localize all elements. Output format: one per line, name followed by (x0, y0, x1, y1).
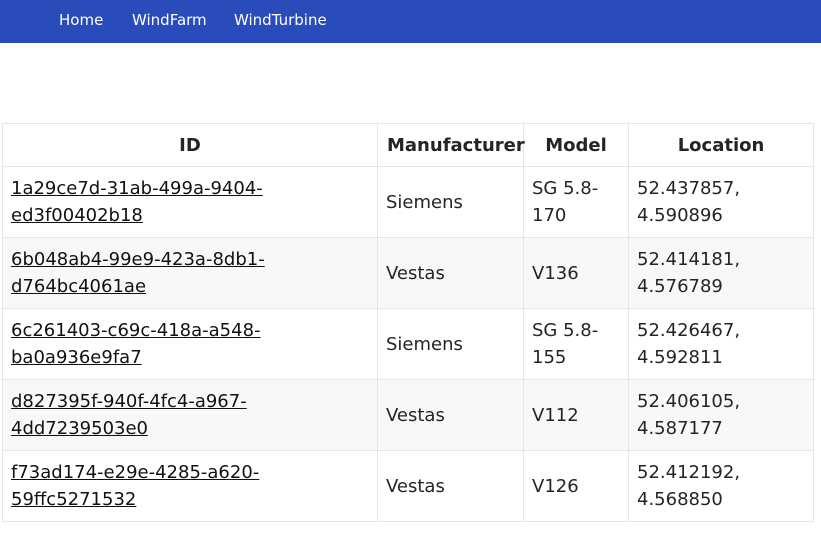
table-row: 1a29ce7d-31ab-499a-9404-ed3f00402b18 Sie… (2, 166, 814, 238)
column-header-id: ID (2, 123, 378, 167)
cell-model: V136 (523, 237, 629, 309)
cell-id: 1a29ce7d-31ab-499a-9404-ed3f00402b18 (2, 166, 378, 238)
table-row: d827395f-940f-4fc4-a967-4dd7239503e0 Ves… (2, 379, 814, 451)
nav-link-windturbine[interactable]: WindTurbine (234, 10, 327, 30)
cell-manufacturer: Siemens (377, 308, 524, 380)
cell-model: V112 (523, 379, 629, 451)
turbine-id-link[interactable]: d827395f-940f-4fc4-a967-4dd7239503e0 (11, 391, 247, 439)
turbine-id-link[interactable]: 1a29ce7d-31ab-499a-9404-ed3f00402b18 (11, 178, 263, 226)
cell-manufacturer: Siemens (377, 166, 524, 238)
cell-model: SG 5.8-155 (523, 308, 629, 380)
column-header-model: Model (523, 123, 629, 167)
cell-location: 52.437857, 4.590896 (628, 166, 814, 238)
nav-link-windfarm[interactable]: WindFarm (132, 10, 207, 30)
turbine-id-link[interactable]: 6c261403-c69c-418a-a548-ba0a936e9fa7 (11, 320, 261, 368)
table-row: 6c261403-c69c-418a-a548-ba0a936e9fa7 Sie… (2, 308, 814, 380)
cell-model: V126 (523, 450, 629, 522)
turbine-id-link[interactable]: f73ad174-e29e-4285-a620-59ffc5271532 (11, 462, 259, 510)
cell-location: 52.414181, 4.576789 (628, 237, 814, 309)
top-navbar: Home WindFarm WindTurbine (0, 0, 821, 43)
cell-manufacturer: Vestas (377, 450, 524, 522)
cell-manufacturer: Vestas (377, 237, 524, 309)
cell-location: 52.426467, 4.592811 (628, 308, 814, 380)
cell-id: f73ad174-e29e-4285-a620-59ffc5271532 (2, 450, 378, 522)
column-header-location: Location (628, 123, 814, 167)
cell-id: d827395f-940f-4fc4-a967-4dd7239503e0 (2, 379, 378, 451)
cell-id: 6c261403-c69c-418a-a548-ba0a936e9fa7 (2, 308, 378, 380)
table-row: f73ad174-e29e-4285-a620-59ffc5271532 Ves… (2, 450, 814, 522)
cell-location: 52.412192, 4.568850 (628, 450, 814, 522)
turbine-id-link[interactable]: 6b048ab4-99e9-423a-8db1-d764bc4061ae (11, 249, 265, 297)
table-row: 6b048ab4-99e9-423a-8db1-d764bc4061ae Ves… (2, 237, 814, 309)
cell-manufacturer: Vestas (377, 379, 524, 451)
table-header-row: ID Manufacturer Model Location (2, 123, 814, 167)
cell-id: 6b048ab4-99e9-423a-8db1-d764bc4061ae (2, 237, 378, 309)
column-header-manufacturer: Manufacturer (377, 123, 525, 167)
cell-location: 52.406105, 4.587177 (628, 379, 814, 451)
wind-turbine-table: ID Manufacturer Model Location 1a29ce7d-… (2, 123, 814, 522)
cell-model: SG 5.8-170 (523, 166, 629, 238)
nav-link-home[interactable]: Home (59, 10, 103, 30)
